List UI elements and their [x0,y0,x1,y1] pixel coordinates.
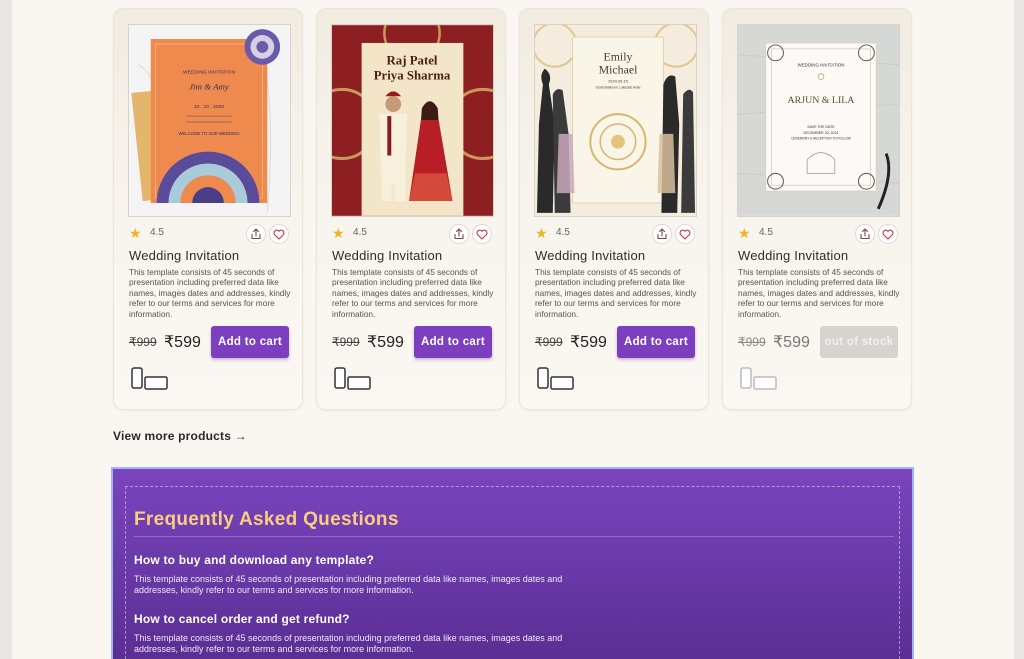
sale-price: ₹599 [367,334,404,351]
share-button[interactable] [449,224,469,244]
product-title[interactable]: Wedding Invitation [332,248,442,263]
thumb-name-2: Michael [599,63,639,77]
rating-row: ★ 4.5 [535,224,695,244]
star-icon: ★ [535,225,548,241]
product-description: This template consists of 45 seconds of … [738,267,900,319]
rating-value: 4.5 [150,227,164,238]
rating-row: ★ 4.5 [332,224,492,244]
product-title[interactable]: Wedding Invitation [535,248,645,263]
share-icon [657,228,667,240]
faq-question[interactable]: How to cancel order and get refund? [134,612,350,626]
thumb-line-3: CEREMONY & RECEPTION TO FOLLOW [791,137,851,141]
phone-and-tablet-icon [131,367,168,390]
heart-icon [882,229,894,240]
product-card[interactable]: WEDDING INVITATION ARJUN & LILA SAVE THE… [722,8,912,410]
share-button[interactable] [246,224,266,244]
add-to-cart-button[interactable]: Add to cart [211,326,289,358]
star-icon: ★ [129,225,142,241]
faq-title: Frequently Asked Questions [134,509,399,530]
view-more-products-link[interactable]: View more products → [113,429,247,443]
wishlist-button[interactable] [269,224,289,244]
add-to-cart-button[interactable]: Add to cart [617,326,695,358]
sale-price: ₹599 [164,334,201,351]
original-price: ₹999 [738,335,766,349]
share-icon [454,228,464,240]
thumb-name-1: Raj Patel [387,54,438,68]
faq-question[interactable]: How to buy and download any template? [134,553,374,567]
product-card[interactable]: WEDDING INVITATION Jim & Amy 10 . 10 . 2… [113,8,303,410]
thumb-venue: Grand Ballroom, Lakeside Hotel [596,85,641,89]
product-description: This template consists of 45 seconds of … [129,267,291,319]
original-price: ₹999 [332,335,360,349]
phone-and-tablet-icon [740,367,777,390]
thumb-heading: WEDDING INVITATION [798,63,845,68]
thumb-footer: WELCOME TO OUR WEDDING [178,131,239,136]
out-of-stock-button[interactable]: out of stock [820,326,898,358]
thumb-name-2: Priya Sharma [374,69,451,83]
product-card[interactable]: Raj Patel Priya Sharma ★ 4.5 Wedding Inv… [316,8,506,410]
invitation-preview-orange: WEDDING INVITATION Jim & Amy 10 . 10 . 2… [129,25,290,216]
add-to-cart-button[interactable]: Add to cart [414,326,492,358]
thumb-names: Jim & Amy [189,81,229,91]
heart-icon [476,229,488,240]
product-card[interactable]: Emily Michael 2024.09.15 Grand Ballroom,… [519,8,709,410]
share-button[interactable] [652,224,672,244]
product-title[interactable]: Wedding Invitation [738,248,848,263]
page: WEDDING INVITATION Jim & Amy 10 . 10 . 2… [12,0,1014,659]
product-description: This template consists of 45 seconds of … [332,267,494,319]
thumb-line-1: SAVE THE DATE [807,125,835,129]
star-icon: ★ [332,225,345,241]
original-price: ₹999 [535,335,563,349]
thumb-names: ARJUN & LILA [788,95,856,106]
rating-row: ★ 4.5 [129,224,289,244]
heart-icon [273,229,285,240]
original-price: ₹999 [129,335,157,349]
faq-answer: This template consists of 45 seconds of … [134,633,563,654]
product-title[interactable]: Wedding Invitation [129,248,239,263]
heart-icon [679,229,691,240]
product-thumbnail[interactable]: Raj Patel Priya Sharma [331,24,494,217]
product-description: This template consists of 45 seconds of … [535,267,697,319]
thumb-line-2: DECEMBER 20, 2024 [804,131,839,135]
faq-divider [134,536,894,537]
share-button[interactable] [855,224,875,244]
share-icon [860,228,870,240]
wishlist-button[interactable] [472,224,492,244]
rating-value: 4.5 [556,227,570,238]
rating-row: ★ 4.5 [738,224,898,244]
share-icon [251,228,261,240]
sale-price: ₹599 [773,334,810,351]
wishlist-button[interactable] [675,224,695,244]
sale-price: ₹599 [570,334,607,351]
star-icon: ★ [738,225,751,241]
faq-section: Frequently Asked Questions How to buy an… [111,467,914,659]
product-thumbnail[interactable]: Emily Michael 2024.09.15 Grand Ballroom,… [534,24,697,217]
faq-answer: This template consists of 45 seconds of … [134,574,563,595]
thumb-heading: WEDDING INVITATION [183,70,235,76]
thumb-date: 10 . 10 . 2020 [194,104,224,110]
wishlist-button[interactable] [878,224,898,244]
product-thumbnail[interactable]: WEDDING INVITATION ARJUN & LILA SAVE THE… [737,24,900,217]
rating-value: 4.5 [759,227,773,238]
invitation-preview-red: Raj Patel Priya Sharma [332,25,493,216]
invitation-preview-cream: Emily Michael 2024.09.15 Grand Ballroom,… [535,25,696,216]
product-thumbnail[interactable]: WEDDING INVITATION Jim & Amy 10 . 10 . 2… [128,24,291,217]
phone-and-tablet-icon [334,367,371,390]
phone-and-tablet-icon [537,367,574,390]
thumb-date: 2024.09.15 [608,78,629,83]
rating-value: 4.5 [353,227,367,238]
invitation-preview-white: WEDDING INVITATION ARJUN & LILA SAVE THE… [738,25,899,216]
product-grid: WEDDING INVITATION Jim & Amy 10 . 10 . 2… [113,8,913,410]
